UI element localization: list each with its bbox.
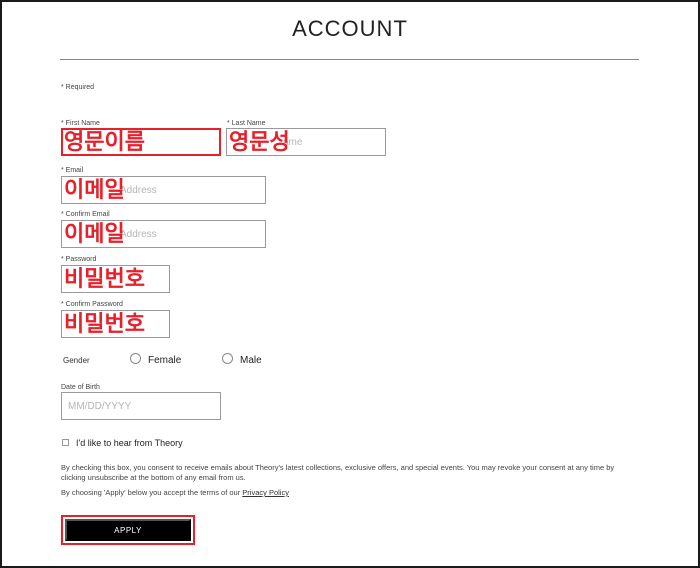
- last-name-field[interactable]: ame 영문성: [226, 128, 386, 156]
- gender-label: Gender: [63, 356, 90, 365]
- consent-text: By checking this box, you consent to rec…: [61, 463, 615, 482]
- gender-female-label[interactable]: Female: [148, 355, 181, 366]
- title-divider: [60, 59, 639, 60]
- confirm-password-label: * Confirm Password: [61, 301, 123, 308]
- dob-placeholder: MM/DD/YYYY: [68, 401, 132, 412]
- first-name-field[interactable]: 영문이름: [61, 128, 221, 156]
- password-label: * Password: [61, 256, 97, 263]
- privacy-policy-link[interactable]: Privacy Policy: [242, 488, 289, 497]
- email-field[interactable]: Address 이메일: [61, 176, 266, 204]
- dob-field[interactable]: MM/DD/YYYY: [61, 392, 221, 420]
- page-title: ACCOUNT: [292, 16, 408, 41]
- gender-male-radio[interactable]: [222, 353, 233, 364]
- last-name-label: * Last Name: [227, 120, 266, 127]
- last-name-value: 영문성: [229, 129, 290, 154]
- password-field[interactable]: 비밀번호: [61, 265, 170, 293]
- first-name-value: 영문이름: [64, 129, 145, 154]
- password-value: 비밀번호: [64, 266, 145, 291]
- email-value: 이메일: [64, 177, 125, 202]
- confirm-email-label: * Confirm Email: [61, 211, 110, 218]
- terms-prefix: By choosing 'Apply' below you accept the…: [61, 488, 243, 497]
- email-placeholder: Address: [120, 185, 157, 196]
- confirm-password-value: 비밀번호: [64, 311, 145, 336]
- dob-label: Date of Birth: [61, 384, 100, 391]
- confirm-email-value: 이메일: [64, 221, 125, 246]
- apply-button[interactable]: APPLY: [65, 519, 191, 541]
- confirm-password-field[interactable]: 비밀번호: [61, 310, 170, 338]
- gender-female-radio[interactable]: [130, 353, 141, 364]
- required-note: * Required: [61, 84, 95, 91]
- confirm-email-field[interactable]: Address 이메일: [61, 220, 266, 248]
- first-name-label: * First Name: [61, 120, 100, 127]
- apply-highlight: APPLY: [61, 515, 195, 545]
- newsletter-label[interactable]: I'd like to hear from Theory: [76, 438, 183, 448]
- gender-male-label[interactable]: Male: [240, 355, 262, 366]
- confirm-email-placeholder: Address: [120, 229, 157, 240]
- email-label: * Email: [61, 167, 84, 174]
- newsletter-checkbox[interactable]: [62, 439, 69, 446]
- terms-text: By choosing 'Apply' below you accept the…: [61, 488, 289, 497]
